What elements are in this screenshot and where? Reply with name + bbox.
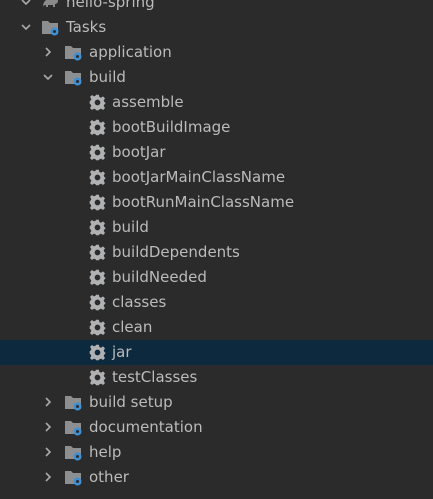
gradle-elephant-icon	[41, 0, 60, 12]
folder-gear-icon	[64, 393, 83, 412]
tree-node-task-bootbuildimage[interactable]: bootBuildImage	[0, 115, 433, 140]
tree-node-group-build-setup[interactable]: build setup	[0, 390, 433, 415]
chevron-right-icon[interactable]	[42, 46, 54, 58]
gear-icon	[89, 119, 106, 136]
folder-gear-icon	[64, 443, 83, 462]
tree-node-task-bootjar[interactable]: bootJar	[0, 140, 433, 165]
task-label: assemble	[112, 93, 184, 111]
tree-node-group-build[interactable]: build	[0, 65, 433, 90]
chevron-right-icon[interactable]	[42, 471, 54, 483]
gear-icon	[89, 219, 106, 236]
tree-node-task-bootrunmainclassname[interactable]: bootRunMainClassName	[0, 190, 433, 215]
chevron-right-icon[interactable]	[42, 446, 54, 458]
tree-node-task-jar[interactable]: jar	[0, 340, 433, 365]
task-label: jar	[112, 343, 132, 361]
task-label: bootJarMainClassName	[112, 168, 286, 186]
gear-icon	[89, 244, 106, 261]
tree-node-task-testclasses[interactable]: testClasses	[0, 365, 433, 390]
gear-icon	[89, 94, 106, 111]
tree-node-project[interactable]: hello-spring	[0, 0, 433, 15]
folder-gear-icon	[64, 468, 83, 487]
chevron-down-icon[interactable]	[42, 71, 54, 83]
tree-node-group-other[interactable]: other	[0, 465, 433, 490]
gear-icon	[89, 319, 106, 336]
gear-icon	[89, 169, 106, 186]
group-label: documentation	[89, 418, 203, 436]
tree-node-task-bootjarmainclassname[interactable]: bootJarMainClassName	[0, 165, 433, 190]
folder-gear-icon	[41, 18, 60, 37]
gear-icon	[89, 294, 106, 311]
group-label: help	[89, 443, 122, 461]
gear-icon	[89, 144, 106, 161]
task-label: bootRunMainClassName	[112, 193, 295, 211]
tree-node-group-application[interactable]: application	[0, 40, 433, 65]
chevron-right-icon[interactable]	[42, 396, 54, 408]
task-label: buildDependents	[112, 243, 240, 261]
task-label: testClasses	[112, 368, 198, 386]
task-label: clean	[112, 318, 153, 336]
group-label: application	[89, 43, 172, 61]
tree-node-task-clean[interactable]: clean	[0, 315, 433, 340]
task-label: bootJar	[112, 143, 166, 161]
tree-node-task-builddependents[interactable]: buildDependents	[0, 240, 433, 265]
chevron-down-icon[interactable]	[20, 0, 32, 8]
project-label: hello-spring	[66, 0, 155, 11]
folder-gear-icon	[64, 43, 83, 62]
chevron-right-icon[interactable]	[42, 421, 54, 433]
folder-gear-icon	[64, 68, 83, 87]
tree-node-task-build[interactable]: build	[0, 215, 433, 240]
tree-node-tasks[interactable]: Tasks	[0, 15, 433, 40]
gear-icon	[89, 344, 106, 361]
group-label: other	[89, 468, 129, 486]
group-label: build	[89, 68, 126, 86]
tree-node-group-documentation[interactable]: documentation	[0, 415, 433, 440]
gear-icon	[89, 269, 106, 286]
task-label: buildNeeded	[112, 268, 207, 286]
tree-node-task-assemble[interactable]: assemble	[0, 90, 433, 115]
folder-gear-icon	[64, 418, 83, 437]
gear-icon	[89, 369, 106, 386]
tree-node-group-help[interactable]: help	[0, 440, 433, 465]
task-label: build	[112, 218, 149, 236]
tasks-label: Tasks	[66, 18, 107, 36]
tree-node-task-buildneeded[interactable]: buildNeeded	[0, 265, 433, 290]
group-label: build setup	[89, 393, 173, 411]
tree-node-task-classes[interactable]: classes	[0, 290, 433, 315]
chevron-down-icon[interactable]	[20, 21, 32, 33]
gear-icon	[89, 194, 106, 211]
gradle-task-tree: hello-spring Tasks application build ass…	[0, 0, 433, 490]
task-label: classes	[112, 293, 167, 311]
task-label: bootBuildImage	[112, 118, 231, 136]
